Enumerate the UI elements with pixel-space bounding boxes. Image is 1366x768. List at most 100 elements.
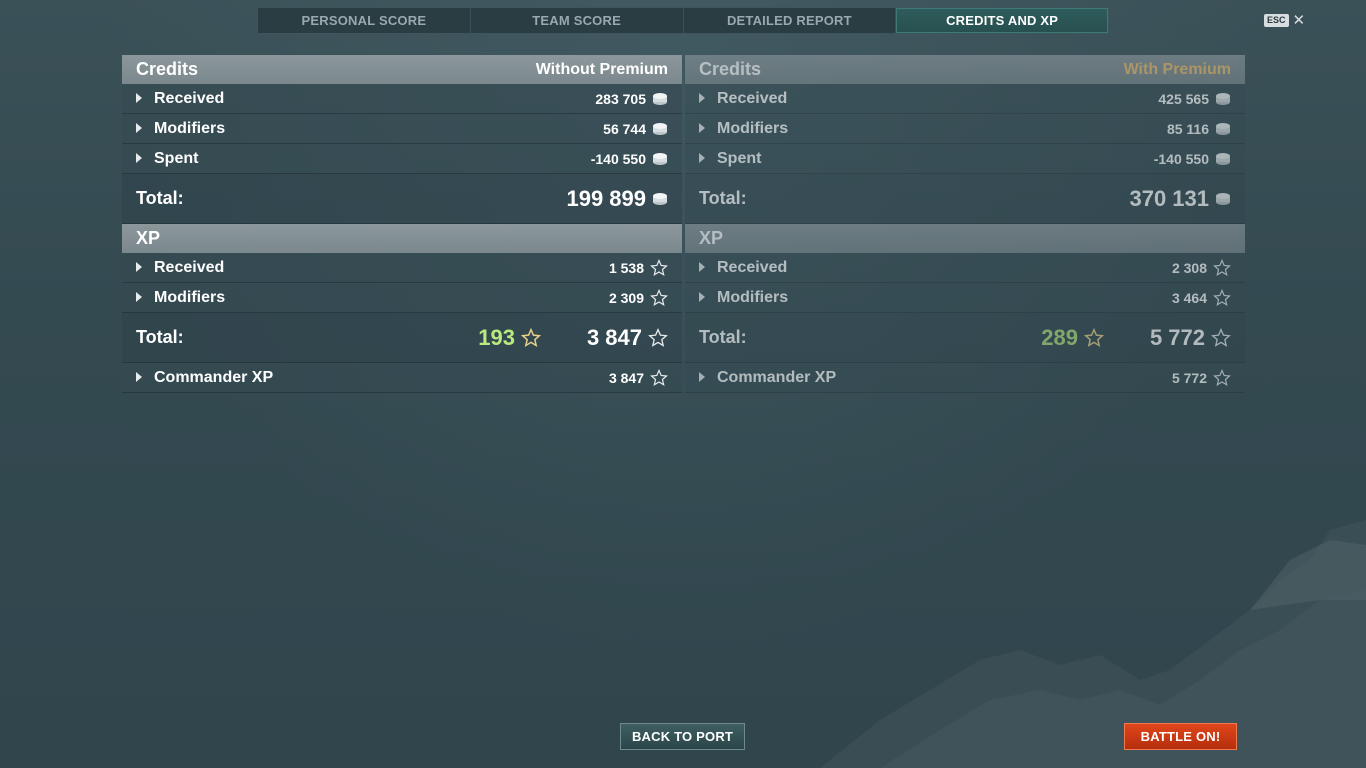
expand-arrow-icon (699, 371, 705, 382)
row-value: 56 744 (603, 120, 646, 137)
tab-detailed-report[interactable]: DETAILED REPORT (684, 8, 897, 33)
credits-header: Credits Without Premium (122, 55, 682, 84)
tab-credits-and-xp[interactable]: CREDITS AND XP (896, 8, 1108, 33)
credits-spent-row[interactable]: Spent -140 550 (685, 144, 1245, 174)
free-xp-group: 289 (1041, 325, 1104, 351)
total-label: Total: (699, 327, 747, 347)
free-xp-group: 193 (478, 325, 541, 351)
expand-arrow-icon (136, 291, 142, 302)
coin-icon (652, 122, 668, 136)
coin-icon (1215, 92, 1231, 106)
star-icon (650, 368, 668, 387)
total-label: Total: (699, 188, 747, 208)
row-value: 2 308 (1171, 259, 1207, 276)
credits-spent-row[interactable]: Spent -140 550 (122, 144, 682, 174)
credits-modifiers-row[interactable]: Modifiers 56 744 (122, 114, 682, 144)
total-value: 3 847 (586, 324, 642, 350)
gold-star-icon (520, 327, 541, 348)
credits-received-row[interactable]: Received 425 565 (685, 84, 1245, 114)
tab-bar: PERSONAL SCORE TEAM SCORE DETAILED REPOR… (257, 7, 1109, 34)
expand-arrow-icon (136, 261, 142, 272)
xp-header: XP (122, 224, 682, 253)
row-label: Received (154, 258, 225, 276)
battle-on-button[interactable]: BATTLE ON! (1124, 723, 1237, 750)
credits-title: Credits (136, 59, 199, 79)
credits-modifiers-row[interactable]: Modifiers 85 116 (685, 114, 1245, 144)
without-premium-panel: Credits Without Premium Received 283 705… (122, 55, 682, 393)
row-label: Modifiers (717, 288, 789, 306)
xp-title: XP (136, 228, 161, 248)
row-value: 5 772 (1171, 369, 1207, 386)
total-label: Total: (136, 327, 184, 347)
credits-total-row: Total: 199 899 (122, 174, 682, 224)
expand-arrow-icon (699, 261, 705, 272)
gold-star-icon (1083, 327, 1104, 348)
expand-arrow-icon (699, 122, 705, 133)
total-value: 5 772 (1149, 324, 1205, 350)
coin-icon (1215, 152, 1231, 166)
commander-xp-row[interactable]: Commander XP 5 772 (685, 363, 1245, 393)
row-label: Modifiers (154, 119, 226, 137)
back-to-port-button[interactable]: BACK TO PORT (620, 723, 745, 750)
row-value: -140 550 (590, 150, 646, 167)
xp-modifiers-row[interactable]: Modifiers 3 464 (685, 283, 1245, 313)
close-icon: ✕ (1292, 11, 1306, 29)
xp-modifiers-row[interactable]: Modifiers 2 309 (122, 283, 682, 313)
xp-total-row: Total: 289 5 772 (685, 313, 1245, 363)
row-value: 3 464 (1171, 289, 1207, 306)
row-value: 2 309 (608, 289, 644, 306)
credits-received-row[interactable]: Received 283 705 (122, 84, 682, 114)
expand-arrow-icon (136, 122, 142, 133)
tab-team-score[interactable]: TEAM SCORE (471, 8, 684, 33)
star-icon (650, 258, 668, 277)
esc-close-button[interactable]: ESC ✕ (1264, 11, 1306, 29)
total-value: 370 131 (1129, 185, 1209, 211)
expand-arrow-icon (699, 291, 705, 302)
row-label: Modifiers (717, 119, 789, 137)
xp-total-row: Total: 193 3 847 (122, 313, 682, 363)
row-label: Spent (717, 149, 762, 167)
coin-icon (652, 152, 668, 166)
expand-arrow-icon (699, 92, 705, 103)
xp-header: XP (685, 224, 1245, 253)
credits-total-row: Total: 370 131 (685, 174, 1245, 224)
free-xp-value: 193 (478, 324, 515, 350)
star-icon (650, 288, 668, 307)
expand-arrow-icon (699, 152, 705, 163)
star-icon (1213, 258, 1231, 277)
star-icon (648, 327, 668, 348)
expand-arrow-icon (136, 152, 142, 163)
xp-received-row[interactable]: Received 1 538 (122, 253, 682, 283)
commander-xp-row[interactable]: Commander XP 3 847 (122, 363, 682, 393)
free-xp-value: 289 (1041, 324, 1078, 350)
without-premium-label: Without Premium (535, 60, 668, 78)
row-value: 1 538 (608, 259, 644, 276)
xp-received-row[interactable]: Received 2 308 (685, 253, 1245, 283)
total-value: 199 899 (566, 185, 646, 211)
esc-key-badge: ESC (1264, 13, 1289, 27)
xp-title: XP (699, 228, 724, 248)
expand-arrow-icon (136, 92, 142, 103)
star-icon (1213, 368, 1231, 387)
with-premium-panel: Credits With Premium Received 425 565 Mo… (685, 55, 1245, 393)
row-value: -140 550 (1153, 150, 1209, 167)
with-premium-label: With Premium (1123, 60, 1231, 78)
row-label: Commander XP (154, 368, 274, 386)
coin-icon (1215, 192, 1231, 206)
credits-header: Credits With Premium (685, 55, 1245, 84)
total-label: Total: (136, 188, 184, 208)
coin-icon (652, 192, 668, 206)
row-label: Modifiers (154, 288, 226, 306)
row-value: 425 565 (1158, 90, 1209, 107)
coin-icon (652, 92, 668, 106)
row-label: Spent (154, 149, 199, 167)
row-value: 283 705 (595, 90, 646, 107)
row-label: Received (717, 258, 788, 276)
tab-personal-score[interactable]: PERSONAL SCORE (258, 8, 471, 33)
row-label: Received (717, 89, 788, 107)
coin-icon (1215, 122, 1231, 136)
credits-title: Credits (699, 59, 762, 79)
star-icon (1211, 327, 1231, 348)
expand-arrow-icon (136, 371, 142, 382)
row-label: Commander XP (717, 368, 837, 386)
